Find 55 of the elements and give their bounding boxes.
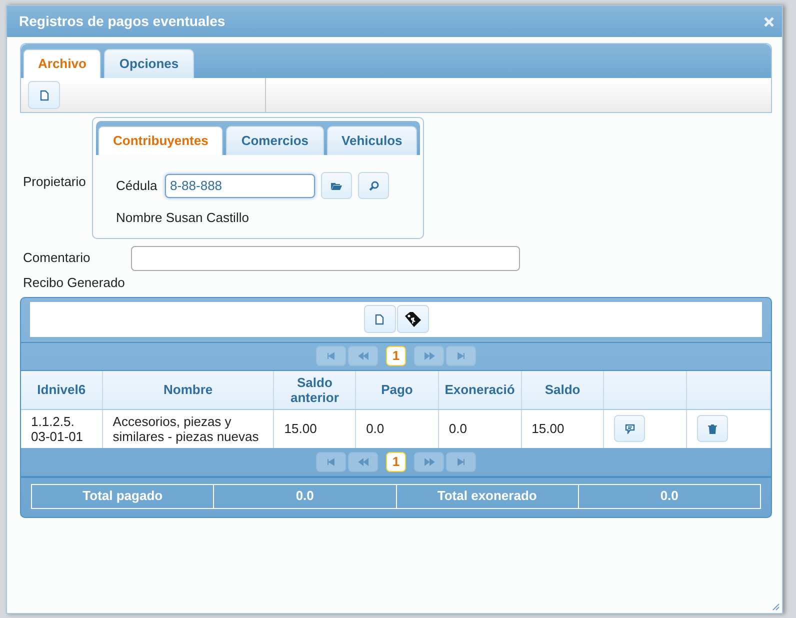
price-tag-button[interactable] — [396, 305, 428, 333]
close-icon[interactable] — [764, 16, 774, 26]
column-header: Saldo anterior — [274, 370, 356, 408]
table-cell: 15.00 — [274, 410, 356, 448]
page-number: 1 — [386, 452, 406, 472]
search-button[interactable] — [358, 172, 389, 199]
delete-button[interactable] — [697, 415, 728, 442]
speech-bubble-icon — [624, 424, 635, 434]
column-header: Idnivel6 — [21, 370, 103, 408]
owner-label: Propietario — [23, 174, 86, 189]
folder-icon — [331, 182, 342, 190]
next-icon — [424, 351, 434, 361]
new-document-button[interactable] — [364, 305, 396, 333]
last-page-icon — [456, 351, 466, 361]
comment-field[interactable] — [131, 246, 520, 270]
new-document-button[interactable] — [28, 81, 60, 109]
column-header: Pago — [356, 370, 439, 408]
table-cell: 1.1.2.5. 03-01-01 — [21, 410, 103, 448]
comment-button[interactable] — [614, 415, 646, 442]
document-icon — [375, 314, 384, 324]
trash-icon — [708, 424, 718, 434]
owner-name: Nombre Susan Castillo — [116, 209, 250, 227]
next-icon — [424, 456, 434, 466]
table-cell: 15.00 — [522, 410, 604, 448]
column-header: Exoneració — [438, 370, 522, 408]
browse-button[interactable] — [321, 172, 352, 199]
tab[interactable]: Opciones — [104, 49, 194, 78]
total-label: Total exonerado — [396, 484, 579, 508]
tab[interactable]: Vehiculos — [326, 126, 418, 155]
last-page-icon — [456, 456, 466, 466]
id-label: Cédula — [116, 176, 158, 195]
tab[interactable]: Contribuyentes — [98, 126, 224, 155]
page-number: 1 — [386, 346, 406, 366]
table-cell: 0.0 — [356, 410, 439, 448]
table-cell: Accesorios, piezas y similares - piezas nuevas — [102, 410, 274, 448]
comment-label: Comentario — [22, 249, 92, 268]
total-value: 0.0 — [659, 487, 680, 506]
first-page-icon — [326, 456, 336, 466]
tab[interactable]: Archivo — [23, 49, 102, 78]
total-value: 0.0 — [214, 484, 396, 508]
tab[interactable]: Comercios — [226, 126, 324, 155]
window-title: Registros de pagos eventuales — [19, 12, 226, 31]
document-icon — [40, 90, 48, 100]
column-header: Saldo — [522, 370, 604, 408]
id-field[interactable]: 8-88-888 — [165, 174, 315, 198]
column-header: Nombre — [102, 370, 274, 408]
table-cell: 0.0 — [438, 410, 522, 448]
receipt-label: Recibo Generado — [22, 274, 126, 292]
previous-icon — [358, 351, 368, 361]
previous-icon — [358, 456, 368, 466]
resize-grip-icon[interactable] — [772, 603, 780, 611]
first-page-icon — [326, 351, 336, 361]
total-label: Total pagado — [32, 484, 214, 508]
search-icon — [368, 180, 378, 190]
price-tag-icon — [404, 311, 422, 327]
